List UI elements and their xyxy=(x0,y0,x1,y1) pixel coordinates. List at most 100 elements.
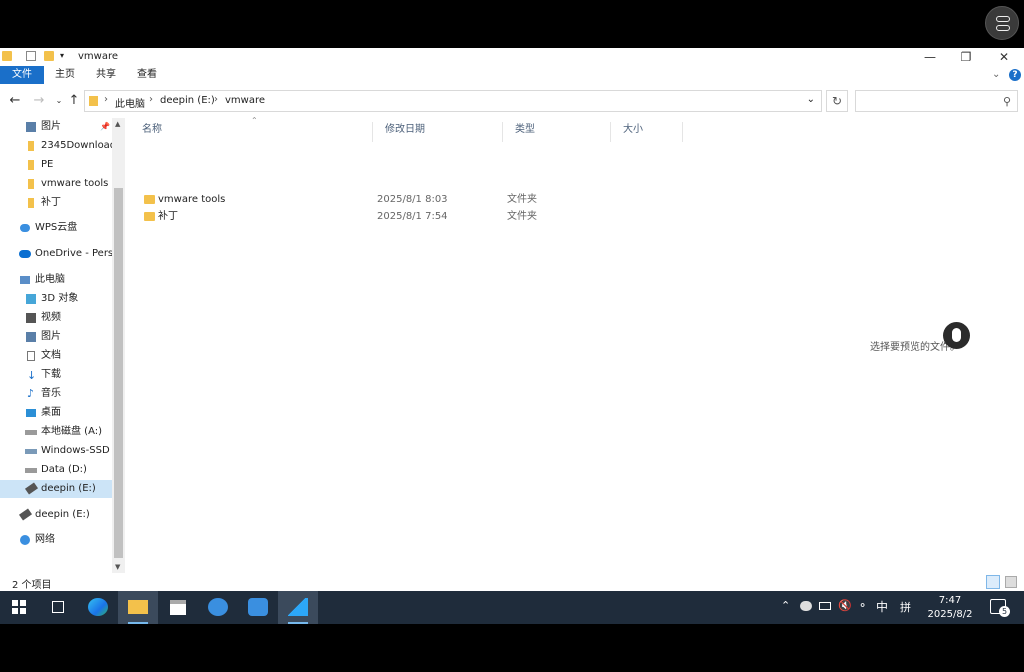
scroll-up-icon[interactable]: ▲ xyxy=(115,120,120,128)
nav-item-onedrive[interactable]: OneDrive - Personal xyxy=(0,245,112,263)
nav-item-this-pc[interactable]: 此电脑 xyxy=(0,271,112,289)
back-button[interactable]: ← xyxy=(6,92,24,110)
taskbar-file-explorer[interactable] xyxy=(118,591,158,624)
nav-item-drive-a[interactable]: 本地磁盘 (A:) xyxy=(0,423,112,441)
notification-count: 5 xyxy=(999,606,1010,617)
nav-item-wps-cloud[interactable]: WPS云盘 xyxy=(0,219,112,237)
window-title: vmware xyxy=(78,51,119,62)
forward-button[interactable]: → xyxy=(30,92,48,110)
volume-muted-icon[interactable]: 🔇 xyxy=(838,599,852,612)
search-input[interactable]: ⚲ xyxy=(855,90,1018,112)
screen: ▾ vmware — ❐ ✕ 文件 主页 共享 查看 ⌄ ? ← → ⌄ ↑ ›… xyxy=(0,0,1024,672)
documents-icon xyxy=(27,351,35,361)
column-name[interactable]: 名称 xyxy=(130,122,373,142)
screen-recorder-button[interactable] xyxy=(985,6,1019,40)
breadcrumb-separator[interactable]: › xyxy=(149,94,153,105)
nav-item-drive-e[interactable]: deepin (E:) xyxy=(0,480,112,498)
nav-item-pe[interactable]: PE xyxy=(0,156,112,174)
nav-item-deepin-usb[interactable]: deepin (E:) xyxy=(0,506,112,524)
mail-app-icon xyxy=(248,598,268,616)
restore-button[interactable]: ❐ xyxy=(950,49,982,65)
taskbar-store[interactable] xyxy=(158,591,198,624)
video-icon xyxy=(26,313,36,323)
taskbar: ⌃ 🔇 ⚬ 中 拼 7:47 2025/8/2 5 xyxy=(0,591,1024,624)
task-view-icon xyxy=(52,601,64,613)
nav-item-drive-d[interactable]: Data (D:) xyxy=(0,461,112,479)
tab-file[interactable]: 文件 xyxy=(0,66,44,84)
battery-icon[interactable] xyxy=(819,602,831,610)
large-icons-view-button[interactable] xyxy=(1005,576,1017,588)
downloads-icon: ↓ xyxy=(27,369,37,382)
nav-scrollbar[interactable]: ▲ ▼ xyxy=(112,118,125,573)
breadcrumb-this-pc[interactable]: 此电脑 xyxy=(115,95,145,110)
status-bar: 2 个项目 xyxy=(0,572,1024,591)
search-icon: ⚲ xyxy=(1002,95,1011,108)
clock-date[interactable]: 2025/8/2 xyxy=(920,609,980,620)
file-date: 2025/8/1 8:03 xyxy=(377,194,448,205)
address-row: ← → ⌄ ↑ › 此电脑 › deepin (E:) › vmware ⌄ ↻… xyxy=(0,88,1024,114)
new-folder-icon[interactable] xyxy=(44,51,54,61)
pictures-icon xyxy=(26,122,36,132)
tab-share[interactable]: 共享 xyxy=(96,66,116,84)
breadcrumb-separator[interactable]: › xyxy=(214,94,218,105)
nav-item-videos[interactable]: 视频 xyxy=(0,309,112,327)
onedrive-tray-icon[interactable] xyxy=(800,601,812,611)
file-row[interactable]: vmware tools 2025/8/1 8:03 文件夹 xyxy=(140,191,620,208)
address-dropdown-icon[interactable]: ⌄ xyxy=(807,94,815,105)
ime-indicator[interactable]: 中 xyxy=(876,598,888,615)
breadcrumb-vmware[interactable]: vmware xyxy=(225,95,265,106)
nav-item-patch[interactable]: 补丁 xyxy=(0,194,112,212)
taskbar-deepin-installer[interactable] xyxy=(278,591,318,624)
nav-item-2345downloads[interactable]: 2345Downloads xyxy=(0,137,112,155)
clock-time[interactable]: 7:47 xyxy=(920,595,980,606)
details-view-button[interactable] xyxy=(986,575,1000,589)
tab-home[interactable]: 主页 xyxy=(55,66,75,84)
nav-item-network[interactable]: 网络 xyxy=(0,531,112,549)
pin-icon: 📌 xyxy=(100,122,110,131)
help-icon[interactable]: ? xyxy=(1009,69,1021,81)
scroll-down-icon[interactable]: ▼ xyxy=(115,563,120,571)
expand-ribbon-icon[interactable]: ⌄ xyxy=(992,69,1000,80)
nav-item-pictures-quick[interactable]: 图片 📌 xyxy=(0,118,112,136)
tab-view[interactable]: 查看 xyxy=(137,66,157,84)
column-date-modified[interactable]: 修改日期 xyxy=(373,122,503,142)
nav-item-desktop[interactable]: 桌面 xyxy=(0,404,112,422)
network-tray-icon[interactable]: ⚬ xyxy=(858,599,867,612)
customize-quick-access-icon[interactable]: ▾ xyxy=(60,51,70,61)
column-size[interactable]: 大小 xyxy=(611,122,683,142)
nav-item-vmware-tools[interactable]: vmware tools xyxy=(0,175,112,193)
nav-item-documents[interactable]: 文档 xyxy=(0,347,112,365)
file-row[interactable]: 补丁 2025/8/1 7:54 文件夹 xyxy=(140,208,620,225)
taskbar-edge[interactable] xyxy=(78,591,118,624)
refresh-button[interactable]: ↻ xyxy=(826,90,848,112)
nav-item-downloads[interactable]: ↓ 下载 xyxy=(0,366,112,384)
deepin-installer-icon xyxy=(288,598,308,616)
column-type[interactable]: 类型 xyxy=(503,122,611,142)
properties-icon[interactable] xyxy=(26,51,36,61)
ime-mode[interactable]: 拼 xyxy=(900,599,911,615)
nav-item-drive-c[interactable]: Windows-SSD (C:) xyxy=(0,442,112,460)
nav-item-music[interactable]: ♪ 音乐 xyxy=(0,385,112,403)
taskbar-mail-app[interactable] xyxy=(238,591,278,624)
scrollbar-thumb[interactable] xyxy=(114,188,123,558)
breadcrumb-deepin[interactable]: deepin (E:) xyxy=(160,95,215,106)
network-icon xyxy=(20,535,30,545)
title-bar: ▾ vmware — ❐ ✕ xyxy=(0,48,1024,66)
show-hidden-icons[interactable]: ⌃ xyxy=(781,599,790,612)
breadcrumb-separator[interactable]: › xyxy=(104,94,108,105)
start-button[interactable] xyxy=(0,591,40,624)
task-view-button[interactable] xyxy=(38,591,78,624)
drive-icon xyxy=(25,468,37,473)
minimize-button[interactable]: — xyxy=(914,49,946,65)
nav-item-3d-objects[interactable]: 3D 对象 xyxy=(0,290,112,308)
up-button[interactable]: ↑ xyxy=(65,92,83,110)
address-bar[interactable]: › 此电脑 › deepin (E:) › vmware ⌄ xyxy=(84,90,822,112)
taskbar-search-app[interactable] xyxy=(198,591,238,624)
notification-center-icon[interactable]: 5 xyxy=(990,599,1010,617)
store-icon xyxy=(170,600,186,615)
file-type: 文件夹 xyxy=(507,194,537,205)
file-explorer-window: ▾ vmware — ❐ ✕ 文件 主页 共享 查看 ⌄ ? ← → ⌄ ↑ ›… xyxy=(0,48,1024,591)
nav-item-pictures[interactable]: 图片 xyxy=(0,328,112,346)
close-button[interactable]: ✕ xyxy=(988,49,1020,65)
ribbon-tabs: 文件 主页 共享 查看 ⌄ ? xyxy=(0,66,1024,84)
